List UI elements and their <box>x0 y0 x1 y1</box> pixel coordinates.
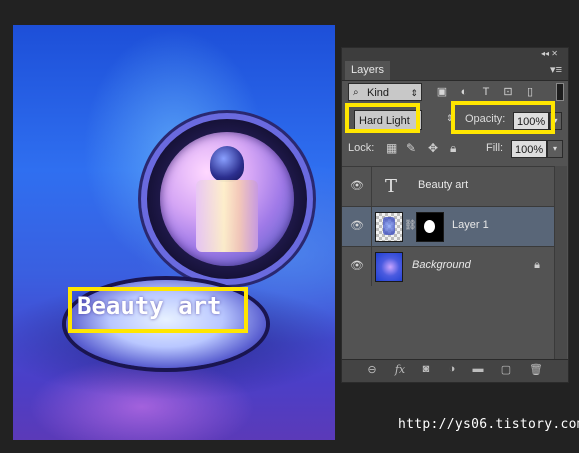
type-filter-icon[interactable]: T <box>478 84 494 100</box>
lock-icon: 🔒︎ <box>534 259 540 271</box>
link-icon[interactable]: ⛓ <box>404 220 417 231</box>
panel-footer: ⊖ fx ◙ ◑ ▬ ▢ 🗑︎ <box>342 359 568 382</box>
fill-slider-button[interactable]: ▾ <box>547 140 563 158</box>
chevron-updown-icon: ⇕ <box>410 88 418 98</box>
perfume-bottle <box>196 180 258 252</box>
divider <box>371 167 372 206</box>
trash-icon[interactable]: 🗑︎ <box>528 363 544 376</box>
type-layer-icon: T <box>384 176 397 197</box>
tab-layers[interactable]: Layers <box>345 61 391 80</box>
shape-filter-icon[interactable]: ⊡ <box>500 84 516 100</box>
watermark-url: http://ys06.tistory.com <box>398 417 579 432</box>
fx-icon[interactable]: fx <box>392 363 408 376</box>
eye-icon[interactable]: 👁︎ <box>348 178 366 194</box>
lock-transparent-pixels-icon[interactable]: ▦ <box>386 141 397 155</box>
panel-tabbar: Layers ▾≡ <box>342 60 568 81</box>
opacity-highlight <box>451 101 555 134</box>
lock-all-icon[interactable]: 🔒︎ <box>450 141 456 156</box>
layer-thumbnail <box>375 212 403 242</box>
blend-mode-highlight <box>345 103 420 133</box>
kind-filter-select[interactable]: ⌕ Kind ⇕ <box>348 83 422 101</box>
divider <box>371 207 372 246</box>
kind-filter-label: Kind <box>367 87 390 99</box>
link-layers-icon[interactable]: ⊖ <box>364 363 380 376</box>
lock-image-pixels-icon[interactable]: ✎ <box>406 141 416 155</box>
layer-name: Layer 1 <box>452 219 489 231</box>
layers-list: 👁︎ T Beauty art 👁︎ ⛓ Layer 1 👁︎ Backgrou… <box>342 166 556 286</box>
filter-row: ⌕ Kind ⇕ ▣ ◐ T ⊡ ▯ <box>348 83 566 103</box>
new-layer-icon[interactable]: ▢ <box>498 363 514 376</box>
layers-scrollbar[interactable] <box>554 166 567 359</box>
fill-label: Fill: <box>486 142 504 154</box>
lock-position-icon[interactable]: ✥ <box>428 141 438 155</box>
compact-mirror <box>160 132 294 266</box>
smart-object-filter-icon[interactable]: ▯ <box>522 84 538 100</box>
fill-field[interactable]: 100% <box>511 140 547 158</box>
layer-row-background[interactable]: 👁︎ Background 🔒︎ <box>342 246 556 286</box>
perfume-cap <box>210 146 244 182</box>
layer-mask-thumbnail[interactable] <box>416 212 444 242</box>
filter-toggle-switch[interactable] <box>556 83 564 101</box>
layers-panel: ◂◂ ✕ Layers ▾≡ ⌕ Kind ⇕ ▣ ◐ T ⊡ ▯ Hard L… <box>341 47 569 383</box>
divider <box>371 247 372 286</box>
new-group-icon[interactable]: ▬ <box>470 363 486 375</box>
image-filter-icon[interactable]: ▣ <box>434 84 450 100</box>
layer-name: Background <box>412 259 471 271</box>
add-mask-icon[interactable]: ◙ <box>418 363 434 375</box>
document-canvas[interactable]: Beauty art <box>13 25 335 440</box>
collapse-icon[interactable]: ◂◂ ✕ <box>541 49 558 58</box>
search-icon: ⌕ <box>353 87 359 98</box>
layer-name: Beauty art <box>418 179 469 191</box>
eye-icon[interactable]: 👁︎ <box>348 258 366 274</box>
adjustment-layer-icon[interactable]: ◑ <box>444 363 460 375</box>
panel-menu-icon[interactable]: ▾≡ <box>550 63 562 76</box>
layer-thumbnail <box>375 252 403 282</box>
eye-icon[interactable]: 👁︎ <box>348 218 366 234</box>
lock-label: Lock: <box>348 142 375 154</box>
adjustment-filter-icon[interactable]: ◐ <box>456 84 472 100</box>
panel-titlebar: ◂◂ ✕ <box>342 48 568 60</box>
layer-row-layer-1[interactable]: 👁︎ ⛓ Layer 1 <box>342 206 556 246</box>
layer-row-beauty-art[interactable]: 👁︎ T Beauty art <box>342 166 556 206</box>
canvas-text-layer[interactable]: Beauty art <box>77 292 247 320</box>
lock-row: Lock: ▦ ✎ ✥ 🔒︎ Fill: 100% ▾ <box>348 139 566 159</box>
